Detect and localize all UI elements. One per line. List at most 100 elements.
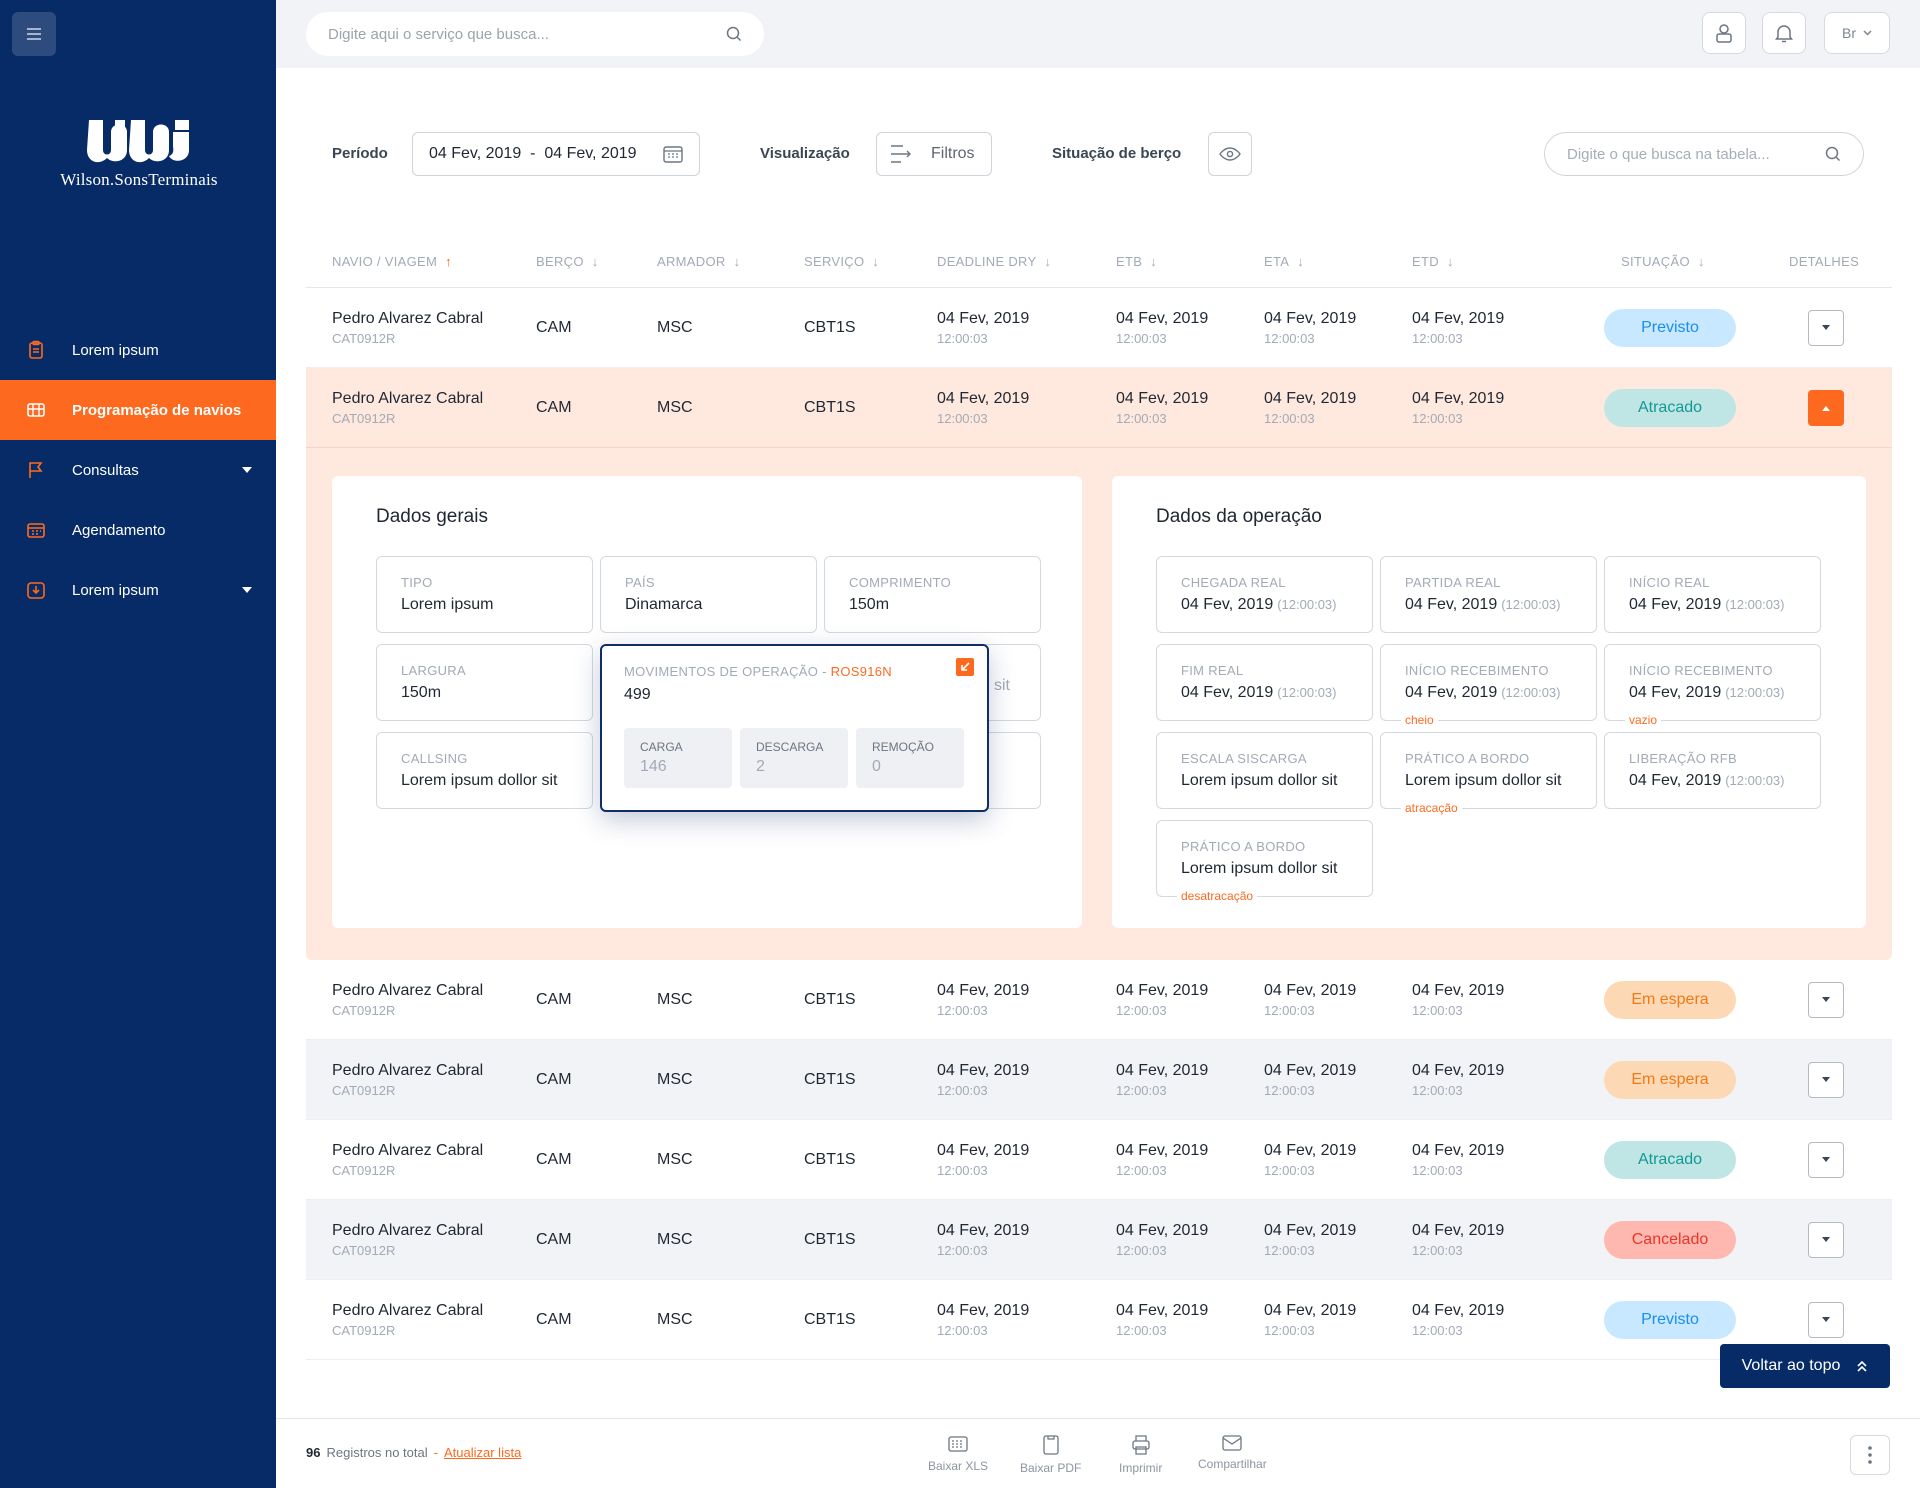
- expand-details-button[interactable]: [1808, 1222, 1844, 1258]
- cell-subvalue: 12:00:03: [1412, 411, 1463, 426]
- sidebar-item-agendamento[interactable]: Agendamento: [0, 500, 276, 560]
- column-header-servico[interactable]: SERVIÇO ↓: [804, 254, 879, 269]
- table-cell: MSC: [657, 960, 693, 1040]
- expand-details-button[interactable]: [1808, 982, 1844, 1018]
- back-to-top-button[interactable]: Voltar ao topo: [1720, 1344, 1890, 1388]
- table-cell: MSC: [657, 1040, 693, 1120]
- records-count: 96: [306, 1445, 321, 1460]
- search-icon[interactable]: [726, 26, 742, 42]
- table-cell: 04 Fev, 2019 12:00:03: [1264, 1280, 1356, 1360]
- logo-mark: [87, 120, 189, 163]
- table-row[interactable]: Pedro Alvarez Cabral CAT0912R CAM MSC CBT1S 0…: [306, 1280, 1892, 1360]
- download-pdf-button[interactable]: Baixar PDF: [1020, 1435, 1081, 1475]
- refresh-list-link[interactable]: Atualizar lista: [444, 1445, 521, 1460]
- cell-value: Pedro Alvarez Cabral: [332, 1142, 484, 1159]
- more-options-button[interactable]: [1850, 1435, 1890, 1475]
- table-cell: CBT1S: [804, 288, 856, 368]
- records-summary: 96 Registros no total - Atualizar lista: [306, 1445, 521, 1460]
- cell-value: CBT1S: [804, 399, 856, 416]
- cell-value: 04 Fev, 2019: [1264, 1302, 1357, 1319]
- eye-icon: [1219, 147, 1241, 161]
- field-value: sit: [994, 676, 1010, 694]
- table-cell: 04 Fev, 2019 12:00:03: [1412, 1120, 1504, 1200]
- berth-view-button[interactable]: [1208, 132, 1252, 176]
- table-cell: CAM: [536, 960, 572, 1040]
- cell-value: CAM: [536, 399, 572, 416]
- column-header-deadline[interactable]: DEADLINE DRY ↓: [937, 254, 1051, 269]
- hamburger-menu-button[interactable]: [12, 12, 56, 56]
- cell-value: 04 Fev, 2019: [1412, 390, 1505, 407]
- sort-down-icon: ↓: [872, 254, 880, 269]
- cell-subvalue: 12:00:03: [937, 1163, 988, 1178]
- table-cell: 04 Fev, 2019 12:00:03: [1264, 368, 1356, 448]
- table-cell: CAM: [536, 368, 572, 448]
- cell-subvalue: 12:00:03: [1412, 1003, 1463, 1018]
- field-value-text: 04 Fev, 2019: [1181, 684, 1274, 701]
- table-row[interactable]: Pedro Alvarez Cabral CAT0912R CAM MSC CBT1S 0…: [306, 1040, 1892, 1120]
- cell-value: 04 Fev, 2019: [1412, 1142, 1505, 1159]
- user-button[interactable]: [1702, 12, 1746, 54]
- sidebar-item-programacao-navios[interactable]: Programação de navios: [0, 380, 276, 440]
- column-header-armador[interactable]: ARMADOR ↓: [657, 254, 740, 269]
- language-select[interactable]: Br: [1824, 12, 1890, 54]
- expand-details-button[interactable]: [1808, 1062, 1844, 1098]
- cell-value: CAM: [536, 1151, 572, 1168]
- expand-details-button[interactable]: [1808, 1142, 1844, 1178]
- table-cell: 04 Fev, 2019 12:00:03: [937, 1040, 1029, 1120]
- user-lock-icon: [1716, 24, 1732, 43]
- sort-down-icon: ↓: [733, 254, 741, 269]
- cell-subvalue: 12:00:03: [1116, 331, 1167, 346]
- print-button[interactable]: Imprimir: [1119, 1435, 1162, 1475]
- column-label: SERVIÇO: [804, 254, 865, 269]
- cell-subvalue: 12:00:03: [1116, 1243, 1167, 1258]
- action-label: Baixar PDF: [1020, 1461, 1082, 1475]
- sidebar-item-lorem-ipsum-2[interactable]: Lorem ipsum: [0, 560, 276, 620]
- table-row[interactable]: Pedro Alvarez Cabral CAT0912R CAM MSC CBT1S 0…: [306, 288, 1892, 368]
- table-cell: 04 Fev, 2019 12:00:03: [1116, 368, 1208, 448]
- cell-value: 04 Fev, 2019: [1116, 982, 1209, 999]
- sidebar-item-consultas[interactable]: Consultas: [0, 440, 276, 500]
- period-date-input[interactable]: 04 Fev, 2019 - 04 Fev, 2019: [412, 132, 700, 176]
- share-button[interactable]: Compartilhar: [1198, 1435, 1267, 1471]
- field-largura: LARGURA 150m: [376, 644, 593, 721]
- table-search-input[interactable]: Digite o que busca na tabela...: [1544, 132, 1864, 176]
- table-row[interactable]: Pedro Alvarez Cabral CAT0912R CAM MSC CBT1S 0…: [306, 1120, 1892, 1200]
- column-header-berco[interactable]: BERÇO ↓: [536, 254, 599, 269]
- search-icon[interactable]: [1825, 146, 1841, 162]
- column-header-navio[interactable]: NAVIO / VIAGEM ↑: [332, 254, 452, 269]
- chevron-down-icon[interactable]: [242, 587, 252, 593]
- table-cell: CAM: [536, 1200, 572, 1280]
- field-comprimento: COMPRIMENTO 150m: [824, 556, 1041, 633]
- view-label: Visualização: [760, 145, 850, 162]
- cell-value: 04 Fev, 2019: [1264, 1142, 1357, 1159]
- cell-subvalue: 12:00:03: [1264, 331, 1315, 346]
- column-header-situacao[interactable]: SITUAÇÃO ↓: [1621, 254, 1705, 269]
- sidebar-item-lorem-ipsum[interactable]: Lorem ipsum: [0, 320, 276, 380]
- collapse-popup-button[interactable]: [956, 658, 974, 676]
- sort-down-icon: ↓: [1044, 254, 1052, 269]
- calendar-icon[interactable]: [663, 145, 683, 163]
- notifications-button[interactable]: [1762, 12, 1806, 54]
- collapse-details-button[interactable]: [1808, 390, 1844, 426]
- filters-button[interactable]: Filtros: [876, 132, 992, 176]
- table-row[interactable]: Pedro Alvarez Cabral CAT0912R CAM MSC CBT1S 0…: [306, 368, 1892, 448]
- global-search-input[interactable]: Digite aqui o serviço que busca...: [306, 12, 764, 56]
- field-label: PARTIDA REAL: [1405, 575, 1501, 590]
- general-data-title: Dados gerais: [376, 506, 488, 527]
- expand-details-button[interactable]: [1808, 1302, 1844, 1338]
- column-header-eta[interactable]: ETA ↓: [1264, 254, 1304, 269]
- column-header-etb[interactable]: ETB ↓: [1116, 254, 1157, 269]
- table-row[interactable]: Pedro Alvarez Cabral CAT0912R CAM MSC CBT1S 0…: [306, 960, 1892, 1040]
- sidebar-item-label: Lorem ipsum: [72, 341, 159, 359]
- expand-details-button[interactable]: [1808, 310, 1844, 346]
- cell-value: MSC: [657, 1151, 693, 1168]
- download-xls-button[interactable]: Baixar XLS: [928, 1435, 988, 1473]
- field-time: (12:00:03): [1501, 597, 1561, 612]
- column-header-etd[interactable]: ETD ↓: [1412, 254, 1454, 269]
- field-label: LIBERAÇÃO RFB: [1629, 751, 1737, 766]
- chevron-down-icon[interactable]: [242, 467, 252, 473]
- cell-value: 04 Fev, 2019: [937, 982, 1030, 999]
- sidebar-item-label: Programação de navios: [72, 401, 242, 419]
- top-bar: Digite aqui o serviço que busca... Br: [276, 0, 1920, 68]
- table-row[interactable]: Pedro Alvarez Cabral CAT0912R CAM MSC CBT1S 0…: [306, 1200, 1892, 1280]
